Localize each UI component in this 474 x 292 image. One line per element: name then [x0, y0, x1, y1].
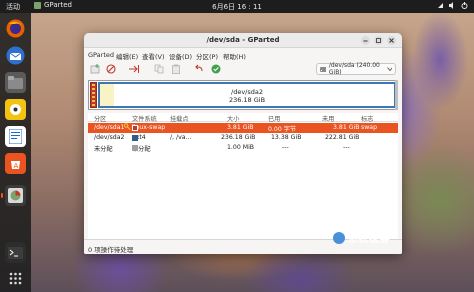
dock-gparted[interactable]	[1, 185, 26, 206]
title-bar[interactable]: /dev/sda - GParted	[84, 33, 402, 48]
row-size: 3.81 GiB	[227, 124, 254, 131]
disk-map-swap-segment[interactable]	[90, 82, 97, 108]
dock-software[interactable]: A	[5, 153, 26, 174]
row-size: 1.00 MiB	[227, 144, 255, 151]
thunderbird-icon	[6, 46, 25, 65]
dock-files[interactable]	[5, 72, 26, 93]
column-header-used[interactable]: 已用	[268, 114, 280, 123]
column-header-filesystem[interactable]: 文件系统	[132, 114, 157, 123]
dock: A	[0, 13, 31, 292]
maximize-icon	[376, 38, 381, 43]
watermark: 系统极客	[333, 230, 390, 245]
undo-icon[interactable]	[194, 64, 204, 74]
clock[interactable]: 6月6日 16 : 11	[0, 2, 474, 12]
software-icon: A	[11, 161, 20, 170]
table-row[interactable]: 未分配 未分配 1.00 MiB --- ---	[88, 143, 398, 153]
dock-app-grid[interactable]	[5, 268, 26, 289]
row-partition: /dev/sda2	[94, 134, 125, 141]
volume-icon	[449, 2, 453, 9]
top-bar: 活动 GParted 6月6日 16 : 11	[0, 0, 474, 13]
minimize-icon	[363, 40, 368, 42]
menu-gparted[interactable]: GParted	[88, 51, 114, 59]
disk-map: /dev/sda2 236.18 GiB	[88, 80, 398, 110]
minimize-button[interactable]	[361, 36, 370, 45]
toolbar: /dev/sda (240.00 GiB)	[84, 61, 402, 77]
close-icon	[389, 38, 394, 43]
row-filesystem: 未分配	[132, 145, 151, 153]
maximize-button[interactable]	[374, 36, 383, 45]
chevron-down-icon	[387, 67, 392, 72]
dock-firefox[interactable]	[5, 18, 26, 39]
row-used: ---	[282, 144, 289, 151]
row-filesystem: linux-swap	[132, 124, 166, 131]
column-header-size[interactable]: 大小	[227, 114, 239, 123]
writer-icon	[9, 129, 22, 144]
resize-move-icon[interactable]	[129, 64, 139, 74]
menu-partition[interactable]: 分区(P)	[196, 51, 218, 61]
network-icon	[438, 3, 443, 8]
dock-thunderbird[interactable]	[5, 45, 26, 66]
row-partition: /dev/sda1	[94, 124, 125, 131]
table-row[interactable]: /dev/sda1 linux-swap 3.81 GiB 0.00 字节 3.…	[88, 123, 398, 133]
row-filesystem: ext4	[132, 134, 146, 141]
hard-disk-icon	[320, 66, 326, 72]
filesystem-color-swatch	[132, 125, 138, 131]
watermark-logo-icon	[333, 231, 345, 244]
row-unused: 222.81 GiB	[325, 134, 360, 141]
copy-icon[interactable]	[154, 64, 164, 74]
rhythmbox-icon	[10, 104, 21, 115]
row-unused: 3.81 GiB	[333, 124, 360, 131]
column-header-partition[interactable]: 分区	[94, 114, 106, 123]
terminal-icon	[8, 246, 23, 259]
menu-device[interactable]: 设备(D)	[169, 51, 192, 61]
gparted-window: /dev/sda - GParted GParted 编辑(E) 查看(V) 设…	[84, 33, 402, 254]
column-header-flags[interactable]: 标志	[361, 114, 373, 123]
filesystem-color-swatch	[132, 145, 138, 151]
apply-icon[interactable]	[211, 64, 221, 74]
menu-edit[interactable]: 编辑(E)	[116, 51, 138, 61]
new-partition-icon[interactable]	[90, 64, 100, 74]
menu-help[interactable]: 帮助(H)	[223, 51, 246, 61]
dock-writer[interactable]	[5, 126, 26, 147]
row-flags: swap	[361, 124, 378, 131]
row-partition: 未分配	[94, 146, 113, 153]
disk-map-sda2-segment[interactable]: /dev/sda2 236.18 GiB	[98, 82, 396, 108]
column-header-unused[interactable]: 未用	[322, 114, 334, 123]
watermark-text: 系统极客	[348, 234, 390, 245]
dock-terminal[interactable]	[5, 242, 26, 263]
power-icon	[461, 2, 468, 9]
close-button[interactable]	[387, 36, 396, 45]
device-selector[interactable]: /dev/sda (240.00 GiB)	[316, 62, 396, 76]
disk-map-scrollbar[interactable]	[395, 80, 398, 110]
table-row[interactable]: /dev/sda2 ext4 /, /va... 236.18 GiB 13.3…	[88, 133, 398, 143]
table-header: 分区 文件系统 挂载点 大小 已用 未用 标志	[88, 113, 398, 123]
app-grid-icon	[9, 272, 22, 285]
disk-map-partition-name: /dev/sda2	[231, 88, 263, 96]
row-used: 0.00 字节	[268, 126, 297, 133]
pending-operations-status: 0 项操作待处理	[88, 246, 134, 254]
window-title: /dev/sda - GParted	[206, 36, 280, 44]
device-selector-label: /dev/sda (240.00 GiB)	[328, 62, 380, 76]
row-mountpoint: /, /va...	[170, 134, 192, 141]
filesystem-color-swatch	[132, 135, 138, 141]
files-icon	[8, 76, 23, 89]
system-tray[interactable]	[437, 2, 468, 9]
partition-table: 分区 文件系统 挂载点 大小 已用 未用 标志 /dev/sda1 linux-…	[88, 113, 398, 239]
svg-text:A: A	[14, 162, 19, 170]
dock-rhythmbox[interactable]	[5, 99, 26, 120]
row-size: 236.18 GiB	[221, 134, 256, 141]
key-icon	[124, 123, 131, 133]
paste-icon[interactable]	[171, 64, 181, 74]
disk-map-partition-size: 236.18 GiB	[228, 96, 266, 104]
row-unused: ---	[343, 144, 350, 151]
row-used: 13.38 GiB	[271, 134, 302, 141]
column-header-mountpoint[interactable]: 挂载点	[170, 114, 189, 123]
gparted-icon	[8, 188, 23, 203]
delete-partition-icon[interactable]	[106, 64, 116, 74]
menu-bar: GParted 编辑(E) 查看(V) 设备(D) 分区(P) 帮助(H)	[84, 49, 402, 61]
firefox-icon	[6, 19, 25, 38]
menu-view[interactable]: 查看(V)	[142, 51, 165, 61]
